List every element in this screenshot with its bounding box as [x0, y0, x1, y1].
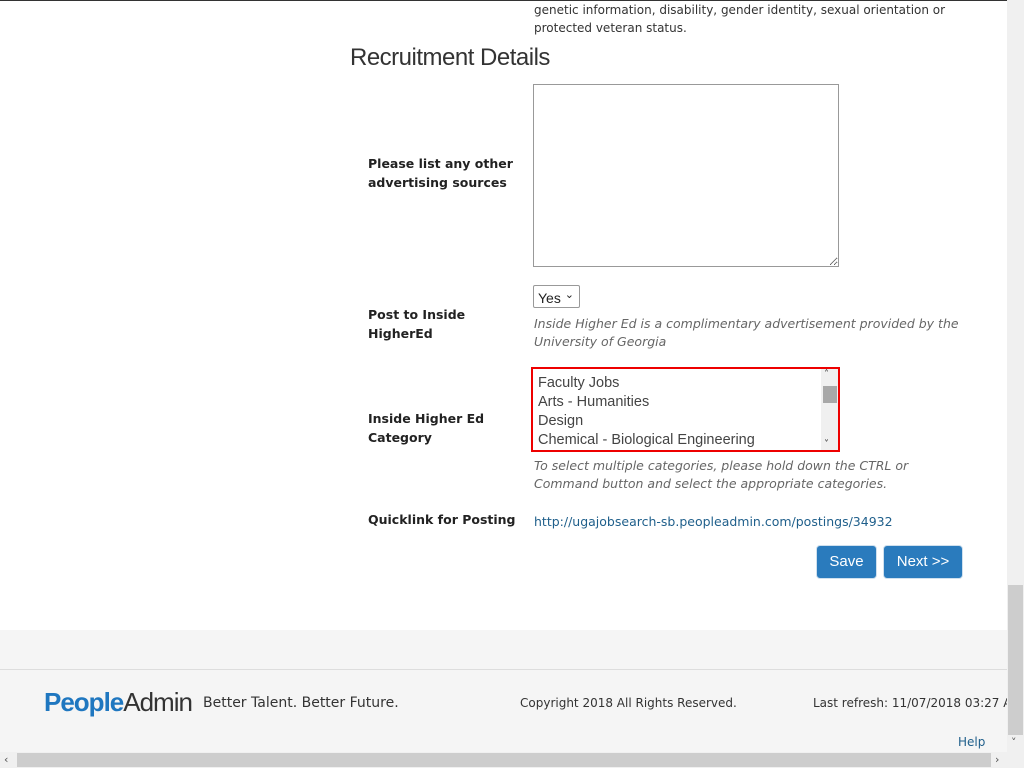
category-option[interactable]: Arts - Humanities: [533, 393, 755, 412]
category-help: To select multiple categories, please ho…: [534, 458, 909, 491]
last-refresh: Last refresh: 11/07/2018 03:27 AM: [813, 696, 1022, 710]
save-button[interactable]: Save: [816, 545, 877, 579]
chevron-down-icon: ⌄: [564, 289, 574, 301]
peopleadmin-logo: PeopleAdmin: [44, 687, 193, 717]
page-horizontal-scrollbar[interactable]: ‹ ›: [0, 752, 1024, 768]
scroll-left-icon[interactable]: ‹: [4, 753, 8, 766]
inside-highered-help: Inside Higher Ed is a complimentary adve…: [534, 316, 959, 349]
category-option[interactable]: Faculty Jobs: [533, 374, 755, 393]
help-link[interactable]: Help: [958, 735, 985, 749]
eeo-statement: genetic information, disability, gender …: [534, 3, 946, 35]
post-inside-highered-label: Post to Inside HigherEd: [368, 307, 466, 341]
quicklink-url[interactable]: http://ugajobsearch-sb.peopleadmin.com/p…: [534, 514, 893, 529]
section-title: Recruitment Details: [350, 44, 550, 71]
scroll-thumb[interactable]: [1008, 585, 1023, 735]
copyright: Copyright 2018 All Rights Reserved.: [520, 696, 737, 710]
scroll-down-icon[interactable]: ˅: [824, 439, 829, 450]
scroll-thumb[interactable]: [17, 753, 991, 767]
category-option[interactable]: Design: [533, 412, 755, 431]
selected-value: Yes: [538, 290, 561, 306]
footer-divider: [0, 669, 1007, 670]
scroll-down-icon[interactable]: ˅: [1011, 736, 1017, 749]
advertising-sources-label: Please list any other advertising source…: [368, 156, 513, 190]
category-multiselect[interactable]: Faculty Jobs Arts - Humanities Design Ch…: [531, 367, 840, 452]
scroll-right-icon[interactable]: ›: [995, 753, 999, 766]
quicklink-label: Quicklink for Posting: [368, 512, 516, 527]
page-vertical-scrollbar[interactable]: ˅: [1007, 0, 1024, 752]
scroll-up-icon[interactable]: ˄: [824, 369, 829, 380]
category-scrollbar[interactable]: ˄ ˅: [821, 369, 838, 450]
scroll-thumb[interactable]: [823, 386, 837, 403]
category-option[interactable]: Chemical - Biological Engineering: [533, 431, 755, 450]
advertising-sources-textarea[interactable]: [533, 84, 839, 267]
post-inside-highered-select[interactable]: Yes ⌄: [533, 285, 580, 308]
next-button[interactable]: Next >>: [883, 545, 963, 579]
category-label: Inside Higher Ed Category: [368, 411, 485, 445]
tagline: Better Talent. Better Future.: [203, 695, 399, 711]
